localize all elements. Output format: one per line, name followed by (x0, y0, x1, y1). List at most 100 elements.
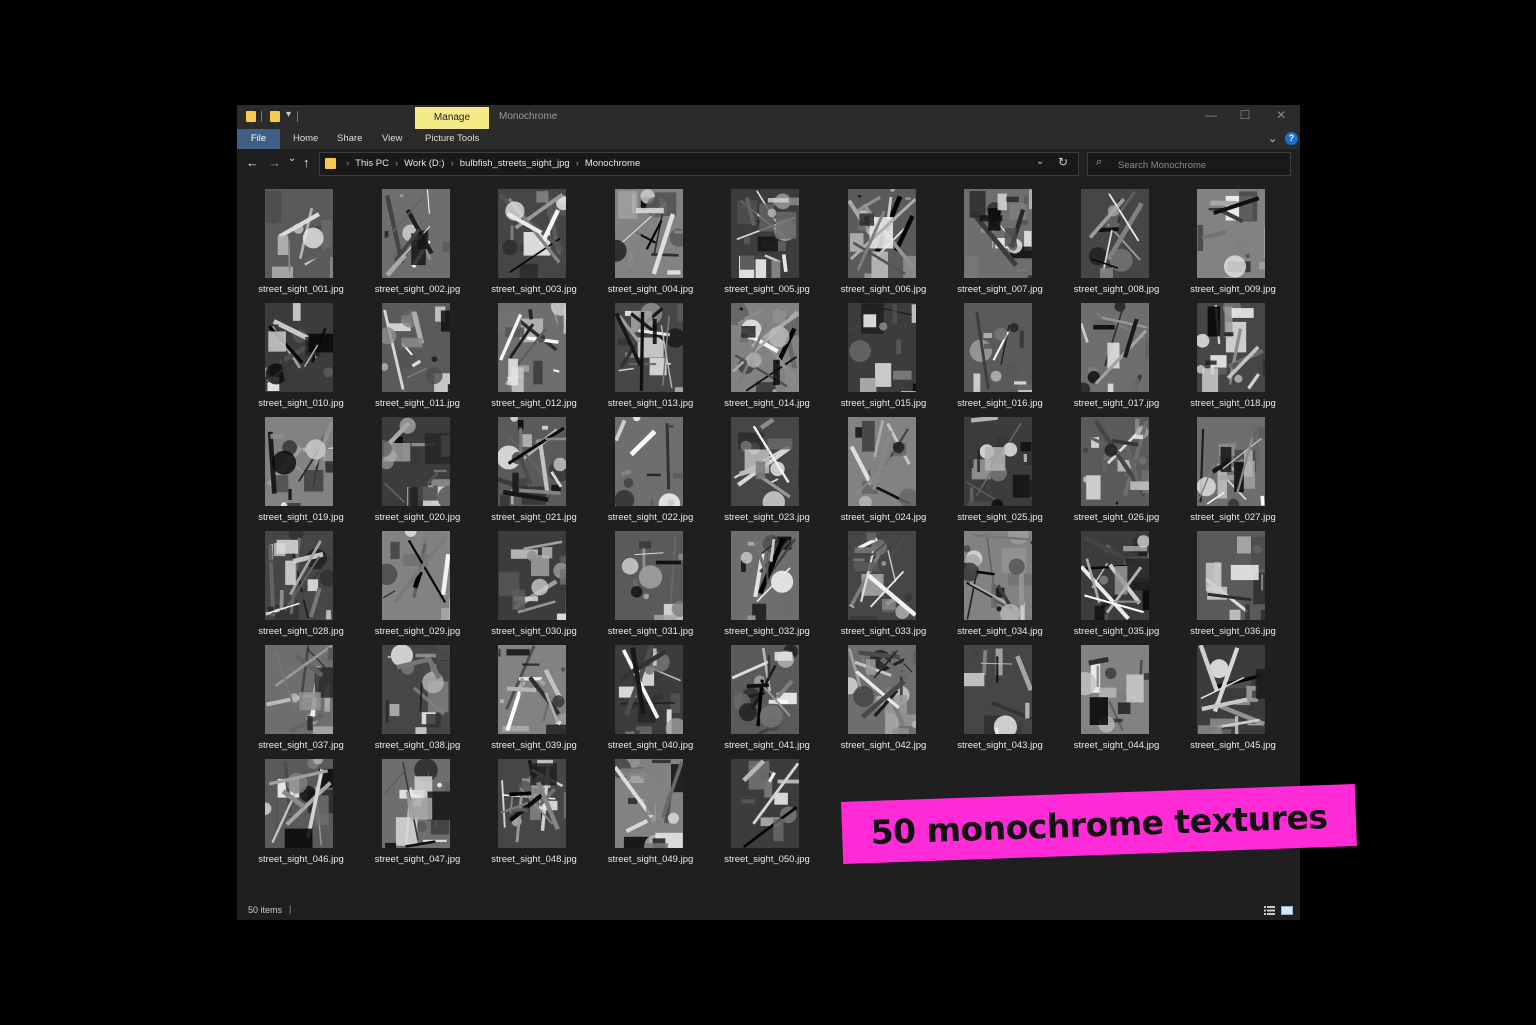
file-item[interactable]: street_sight_046.jpg (243, 757, 359, 871)
file-thumbnail (964, 303, 1032, 392)
file-item[interactable]: street_sight_041.jpg (709, 643, 825, 757)
quick-access-dropdown-icon[interactable]: ▾ (286, 109, 291, 120)
expand-ribbon-chevron-icon[interactable]: ⌄ (1268, 132, 1277, 145)
file-item[interactable]: street_sight_018.jpg (1175, 301, 1291, 415)
file-item[interactable]: street_sight_039.jpg (476, 643, 592, 757)
breadcrumb-parent-folder[interactable]: bulbfish_streets_sight_jpg (460, 158, 570, 169)
file-name: street_sight_027.jpg (1190, 512, 1276, 523)
tab-picture-tools[interactable]: Picture Tools (425, 129, 479, 149)
large-icons-view-icon[interactable] (1281, 906, 1293, 915)
file-item[interactable]: street_sight_050.jpg (709, 757, 825, 871)
folder-icon[interactable] (246, 111, 256, 122)
file-thumbnail (614, 417, 683, 506)
close-button[interactable]: ✕ (1272, 108, 1290, 122)
file-item[interactable]: street_sight_038.jpg (360, 643, 476, 757)
file-item[interactable]: street_sight_044.jpg (1059, 643, 1175, 757)
maximize-button[interactable]: ☐ (1236, 108, 1254, 122)
file-thumbnail (498, 189, 566, 278)
file-name: street_sight_009.jpg (1190, 284, 1276, 295)
file-item[interactable]: street_sight_012.jpg (476, 301, 592, 415)
file-item[interactable]: street_sight_042.jpg (826, 643, 942, 757)
file-item[interactable]: street_sight_030.jpg (476, 529, 592, 643)
file-item[interactable]: street_sight_019.jpg (243, 415, 359, 529)
file-thumbnail (731, 303, 799, 392)
file-item[interactable]: street_sight_020.jpg (360, 415, 476, 529)
file-item[interactable]: street_sight_004.jpg (593, 187, 709, 301)
file-item[interactable]: street_sight_021.jpg (476, 415, 592, 529)
file-item[interactable]: street_sight_006.jpg (826, 187, 942, 301)
toolbar-separator (261, 111, 262, 122)
file-item[interactable]: street_sight_015.jpg (826, 301, 942, 415)
up-arrow-icon[interactable]: ↑ (303, 155, 310, 170)
file-item[interactable]: street_sight_024.jpg (826, 415, 942, 529)
search-box[interactable]: ⌕ (1087, 152, 1291, 176)
file-item[interactable]: street_sight_023.jpg (709, 415, 825, 529)
file-item[interactable]: street_sight_040.jpg (593, 643, 709, 757)
file-item[interactable]: street_sight_045.jpg (1175, 643, 1291, 757)
file-item[interactable]: street_sight_033.jpg (826, 529, 942, 643)
file-item[interactable]: street_sight_049.jpg (593, 757, 709, 871)
file-item[interactable]: street_sight_013.jpg (593, 301, 709, 415)
file-thumbnail (964, 645, 1032, 734)
file-item[interactable]: street_sight_002.jpg (360, 187, 476, 301)
file-name: street_sight_035.jpg (1073, 626, 1160, 637)
address-dropdown-chevron-icon[interactable]: ⌄ (1036, 156, 1044, 167)
minimize-button[interactable]: — (1202, 108, 1220, 122)
refresh-icon[interactable]: ↻ (1058, 155, 1068, 169)
file-name: street_sight_041.jpg (724, 740, 810, 751)
back-arrow-icon[interactable]: ← (246, 155, 259, 170)
file-item[interactable]: street_sight_003.jpg (476, 187, 592, 301)
tab-manage[interactable]: Manage (415, 107, 489, 129)
file-item[interactable]: street_sight_014.jpg (709, 301, 825, 415)
help-icon[interactable]: ? (1285, 132, 1298, 145)
recent-locations-chevron-icon[interactable]: ⌄ (288, 153, 296, 164)
details-view-icon[interactable] (1264, 906, 1275, 915)
file-item[interactable]: street_sight_048.jpg (476, 757, 592, 871)
file-item[interactable]: street_sight_032.jpg (709, 529, 825, 643)
search-input[interactable] (1116, 155, 1288, 175)
file-item[interactable]: street_sight_008.jpg (1059, 187, 1175, 301)
file-item[interactable]: street_sight_029.jpg (360, 529, 476, 643)
tab-view[interactable]: View (382, 129, 402, 149)
file-name: street_sight_039.jpg (491, 740, 577, 751)
file-name: street_sight_025.jpg (957, 512, 1043, 523)
file-item[interactable]: street_sight_022.jpg (593, 415, 709, 529)
status-separator: | (289, 904, 292, 914)
forward-arrow-icon[interactable]: → (268, 155, 281, 170)
file-item[interactable]: street_sight_026.jpg (1059, 415, 1175, 529)
file-item[interactable]: street_sight_027.jpg (1175, 415, 1291, 529)
file-item[interactable]: street_sight_010.jpg (243, 301, 359, 415)
breadcrumb-this-pc[interactable]: This PC (355, 158, 389, 169)
file-thumbnail (731, 531, 799, 620)
breadcrumb-work-drive[interactable]: Work (D:) (404, 158, 444, 169)
file-thumbnail (381, 531, 450, 620)
tab-home[interactable]: Home (293, 129, 318, 149)
file-name: street_sight_004.jpg (607, 284, 694, 295)
file-name: street_sight_043.jpg (957, 740, 1043, 751)
file-item[interactable]: street_sight_001.jpg (243, 187, 359, 301)
new-folder-icon[interactable] (270, 111, 280, 122)
file-item[interactable]: street_sight_017.jpg (1059, 301, 1175, 415)
tab-share[interactable]: Share (337, 129, 362, 149)
file-item[interactable]: street_sight_028.jpg (243, 529, 359, 643)
file-item[interactable]: street_sight_005.jpg (709, 187, 825, 301)
address-bar[interactable]: › This PC › Work (D:) › bulbfish_streets_sigh… (319, 152, 1079, 176)
file-item[interactable]: street_sight_036.jpg (1175, 529, 1291, 643)
file-item[interactable]: street_sight_035.jpg (1059, 529, 1175, 643)
file-item[interactable]: street_sight_011.jpg (360, 301, 476, 415)
breadcrumb-separator: › (450, 158, 454, 169)
file-item[interactable]: street_sight_016.jpg (942, 301, 1058, 415)
breadcrumb-separator: › (346, 158, 350, 169)
file-item[interactable]: street_sight_043.jpg (942, 643, 1058, 757)
title-bar: ▾ Manage Monochrome — ☐ ✕ (237, 105, 1300, 129)
file-item[interactable]: street_sight_007.jpg (942, 187, 1058, 301)
file-item[interactable]: street_sight_009.jpg (1175, 187, 1291, 301)
file-item[interactable]: street_sight_034.jpg (942, 529, 1058, 643)
file-item[interactable]: street_sight_037.jpg (243, 643, 359, 757)
file-item[interactable]: street_sight_031.jpg (593, 529, 709, 643)
file-item[interactable]: street_sight_047.jpg (360, 757, 476, 871)
file-item[interactable]: street_sight_025.jpg (942, 415, 1058, 529)
tab-file[interactable]: File (237, 129, 280, 149)
file-name: street_sight_020.jpg (374, 512, 461, 523)
breadcrumb-current-folder[interactable]: Monochrome (585, 158, 640, 169)
